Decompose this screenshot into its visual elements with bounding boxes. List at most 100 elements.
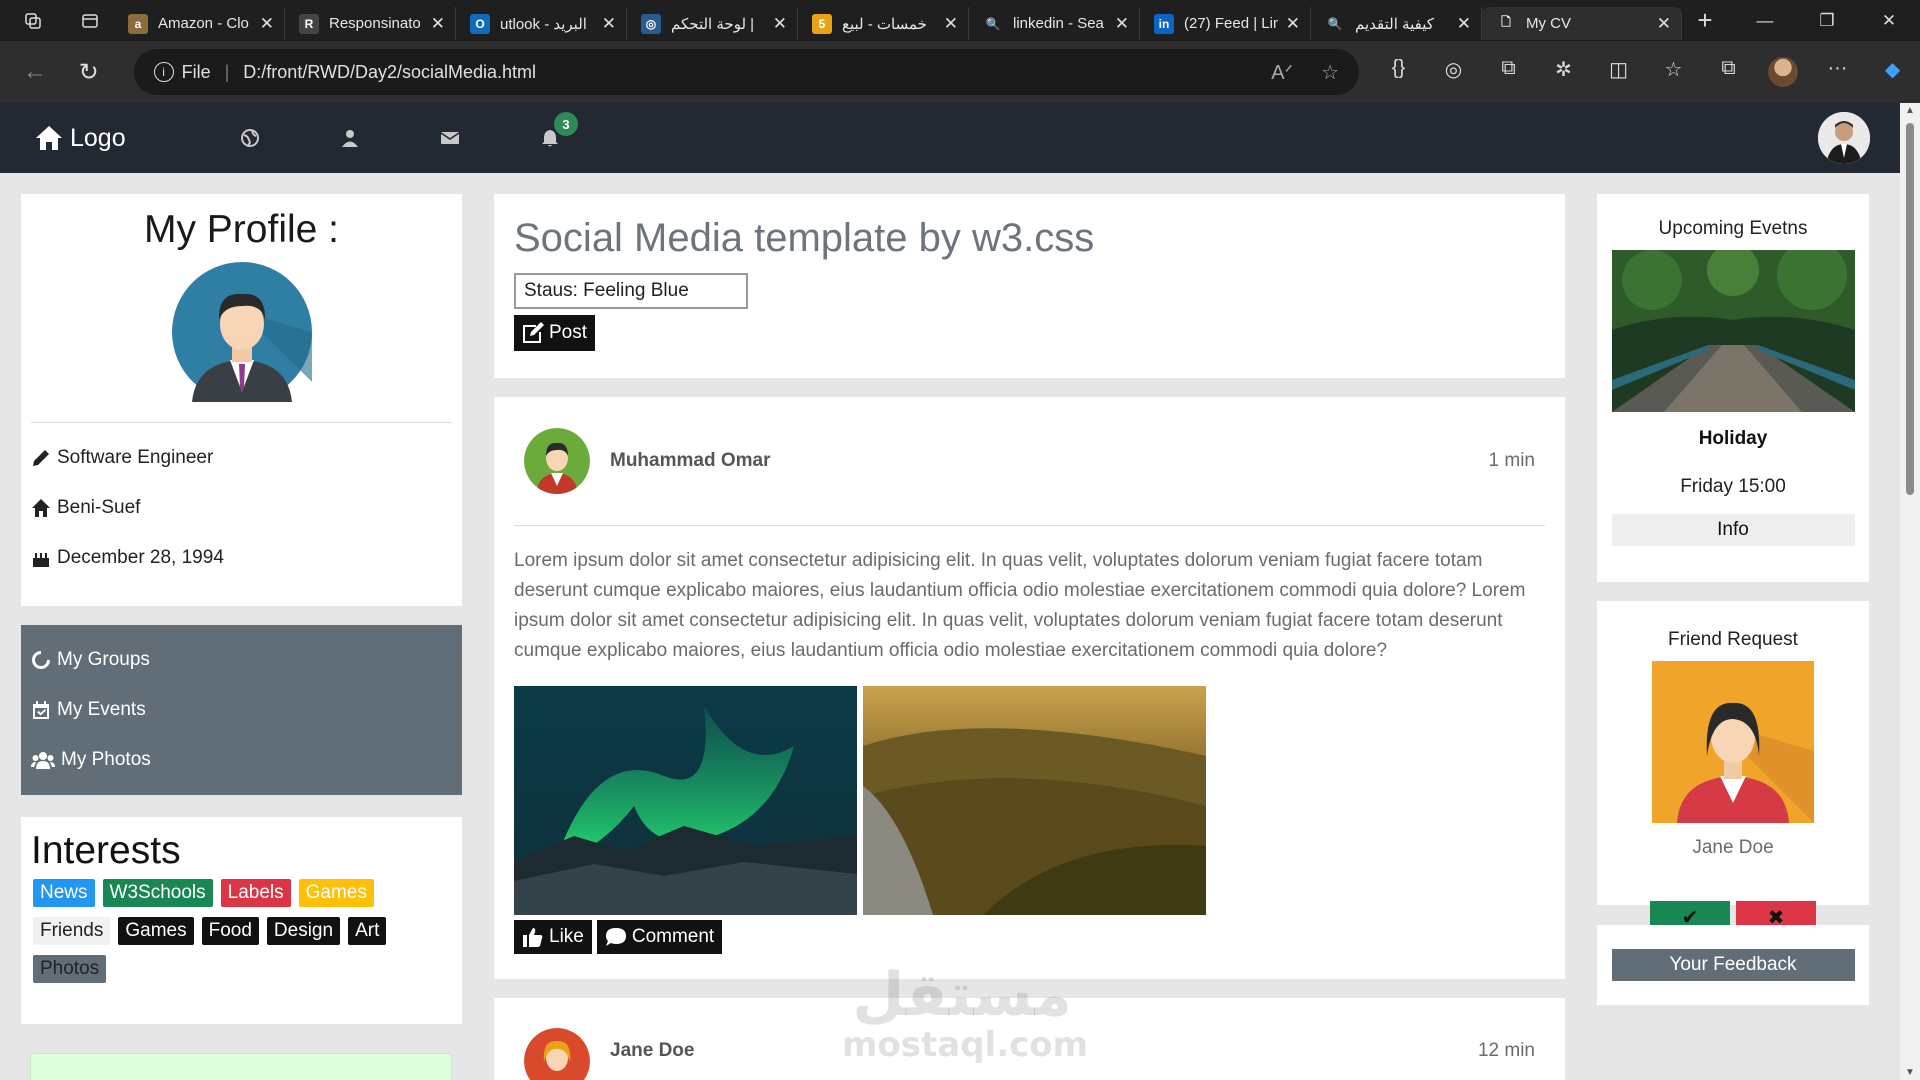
info-icon[interactable]: i xyxy=(153,62,174,82)
feedback-button[interactable]: Your Feedback xyxy=(1611,949,1855,981)
aurora-image[interactable] xyxy=(514,686,857,915)
nav-user-avatar[interactable] xyxy=(1818,112,1870,164)
menu-item-photos[interactable]: My Photos xyxy=(21,735,462,785)
minimize-icon[interactable]: — xyxy=(1734,11,1796,31)
nav-messages[interactable] xyxy=(400,128,500,148)
city-text: Beni-Suef xyxy=(57,497,141,518)
browser-tab[interactable]: 5 خمسات - لبيع ✕ xyxy=(798,7,969,40)
scroll-up-icon[interactable]: ▲ xyxy=(1905,105,1915,116)
close-tab-icon[interactable]: ✕ xyxy=(1457,14,1471,34)
menu-item-label: My Photos xyxy=(61,749,151,770)
post-timestamp: 12 min xyxy=(1477,1040,1535,1061)
tab-actions-icon[interactable] xyxy=(66,0,114,41)
read-aloud-icon[interactable]: Aᐟ xyxy=(1271,60,1293,85)
browser-tab[interactable]: in (27) Feed | Lin ✕ xyxy=(1140,7,1311,40)
browser-tab-active[interactable]: 🗋 My CV ✕ xyxy=(1482,7,1682,40)
reload-icon[interactable]: ↻ xyxy=(62,41,116,103)
favorites-icon[interactable]: ☆ xyxy=(1646,57,1701,87)
post-author-name[interactable]: Muhammad Omar xyxy=(610,450,1489,472)
collections-icon[interactable]: ⧉ xyxy=(1701,57,1756,87)
post-author-avatar[interactable] xyxy=(524,1028,590,1080)
close-tab-icon[interactable]: ✕ xyxy=(260,14,274,34)
mountain-valley-image[interactable] xyxy=(863,686,1206,915)
interest-tag[interactable]: Art xyxy=(348,917,387,945)
close-tab-icon[interactable]: ✕ xyxy=(1115,14,1129,34)
browser-tab[interactable]: a Amazon - Clo ✕ xyxy=(114,7,285,40)
address-bar[interactable]: i File | D:/front/RWD/Day2/socialMedia.h… xyxy=(133,49,1360,95)
comment-button[interactable]: Comment xyxy=(596,920,723,954)
menu-item-groups[interactable]: My Groups xyxy=(21,635,462,685)
tab-title: My CV xyxy=(1526,15,1571,32)
birthday-text: December 28, 1994 xyxy=(57,547,224,568)
close-window-icon[interactable]: ✕ xyxy=(1858,11,1920,31)
more-menu-icon[interactable]: ··· xyxy=(1810,57,1865,87)
page-scrollbar[interactable]: ▲ ▼ xyxy=(1900,103,1920,1080)
interest-tag[interactable]: W3Schools xyxy=(102,879,213,907)
interest-tag[interactable]: Games xyxy=(118,917,194,945)
interest-tag[interactable]: Photos xyxy=(33,955,107,983)
friend-request-title: Friend Request xyxy=(1668,629,1798,650)
extensions-puzzle-icon[interactable]: ✲ xyxy=(1536,57,1591,87)
tab-favicon-icon: a xyxy=(128,13,148,34)
post-author-avatar[interactable] xyxy=(524,428,590,494)
calendar-check-icon xyxy=(33,701,49,719)
post-actions: Like Comment xyxy=(494,915,1565,954)
close-tab-icon[interactable]: ✕ xyxy=(944,14,958,34)
target-icon[interactable]: ◎ xyxy=(1426,57,1481,87)
friend-name[interactable]: Jane Doe xyxy=(1597,837,1869,859)
tab-favicon-icon: 5 xyxy=(812,13,832,34)
close-tab-icon[interactable]: ✕ xyxy=(602,14,616,34)
event-name: Holiday xyxy=(1698,428,1768,449)
interest-tag[interactable]: Food xyxy=(201,917,259,945)
tab-title: Amazon - Clo xyxy=(158,15,249,32)
page-viewport: Logo 3 My Profile : Software Engineer Be… xyxy=(0,103,1920,1080)
nav-notifications[interactable]: 3 xyxy=(500,112,600,148)
copilot-icon[interactable]: ◆ xyxy=(1865,57,1920,87)
tab-favicon-icon: O xyxy=(470,13,490,34)
back-icon[interactable]: ← xyxy=(8,41,62,103)
like-button[interactable]: Like xyxy=(514,920,592,954)
translate-icon[interactable]: ⧉ xyxy=(1481,57,1536,87)
tab-title: لوحة التحكم | xyxy=(671,15,755,33)
new-tab-icon[interactable]: + xyxy=(1682,5,1728,36)
close-tab-icon[interactable]: ✕ xyxy=(1657,14,1671,34)
event-info-button[interactable]: Info xyxy=(1611,514,1855,546)
home-icon xyxy=(36,126,62,150)
friend-avatar[interactable] xyxy=(1652,661,1814,823)
workspaces-icon[interactable] xyxy=(0,0,66,41)
browser-toolbar: ← ↻ i File | D:/front/RWD/Day2/socialMed… xyxy=(0,41,1920,103)
post-button[interactable]: Post xyxy=(514,315,596,351)
interest-tag[interactable]: Games xyxy=(298,879,374,907)
nav-account[interactable] xyxy=(300,128,400,148)
browser-tab[interactable]: Outlook - البريد ✕ xyxy=(456,7,627,40)
address-scheme: File xyxy=(181,61,211,82)
extension-icon[interactable]: {} xyxy=(1371,57,1426,87)
forest-bridge-image[interactable] xyxy=(1611,250,1855,412)
nav-globe[interactable] xyxy=(200,128,300,148)
menu-item-events[interactable]: My Events xyxy=(21,685,462,735)
split-screen-icon[interactable]: ◫ xyxy=(1591,57,1646,87)
browser-tab[interactable]: ◎ لوحة التحكم | ✕ xyxy=(627,7,798,40)
profile-card: My Profile : Software Engineer Beni-Suef… xyxy=(21,194,462,606)
logo-link[interactable]: Logo xyxy=(0,124,200,153)
browser-tab[interactable]: R Responsinato ✕ xyxy=(285,7,456,40)
close-tab-icon[interactable]: ✕ xyxy=(773,14,787,34)
scrollbar-thumb[interactable] xyxy=(1906,123,1914,495)
interest-tag[interactable]: News xyxy=(33,879,95,907)
browser-tab[interactable]: 🔍 linkedin - Sea ✕ xyxy=(969,7,1140,40)
interest-tag[interactable]: Design xyxy=(266,917,341,945)
scroll-down-icon[interactable]: ▼ xyxy=(1905,1067,1915,1078)
maximize-icon[interactable]: ❐ xyxy=(1796,11,1858,31)
close-tab-icon[interactable]: ✕ xyxy=(431,14,445,34)
pencil-icon xyxy=(33,450,49,466)
browser-tab-bar: a Amazon - Clo ✕ R Responsinato ✕ Outlook - … xyxy=(0,0,1920,41)
post-card: Muhammad Omar 1 min Lorem ipsum dolor si… xyxy=(494,397,1565,979)
interest-tag[interactable]: Labels xyxy=(220,879,291,907)
side-menu: My Groups My Events My Photos xyxy=(21,625,462,795)
favorite-star-icon[interactable]: ☆ xyxy=(1321,60,1339,85)
status-input[interactable] xyxy=(514,273,748,309)
interest-tag[interactable]: Friends xyxy=(33,917,111,945)
browser-tab[interactable]: 🔍 كيفية التقديم ✕ xyxy=(1311,7,1482,40)
profile-avatar-icon[interactable] xyxy=(1768,57,1799,87)
close-tab-icon[interactable]: ✕ xyxy=(1286,14,1300,34)
